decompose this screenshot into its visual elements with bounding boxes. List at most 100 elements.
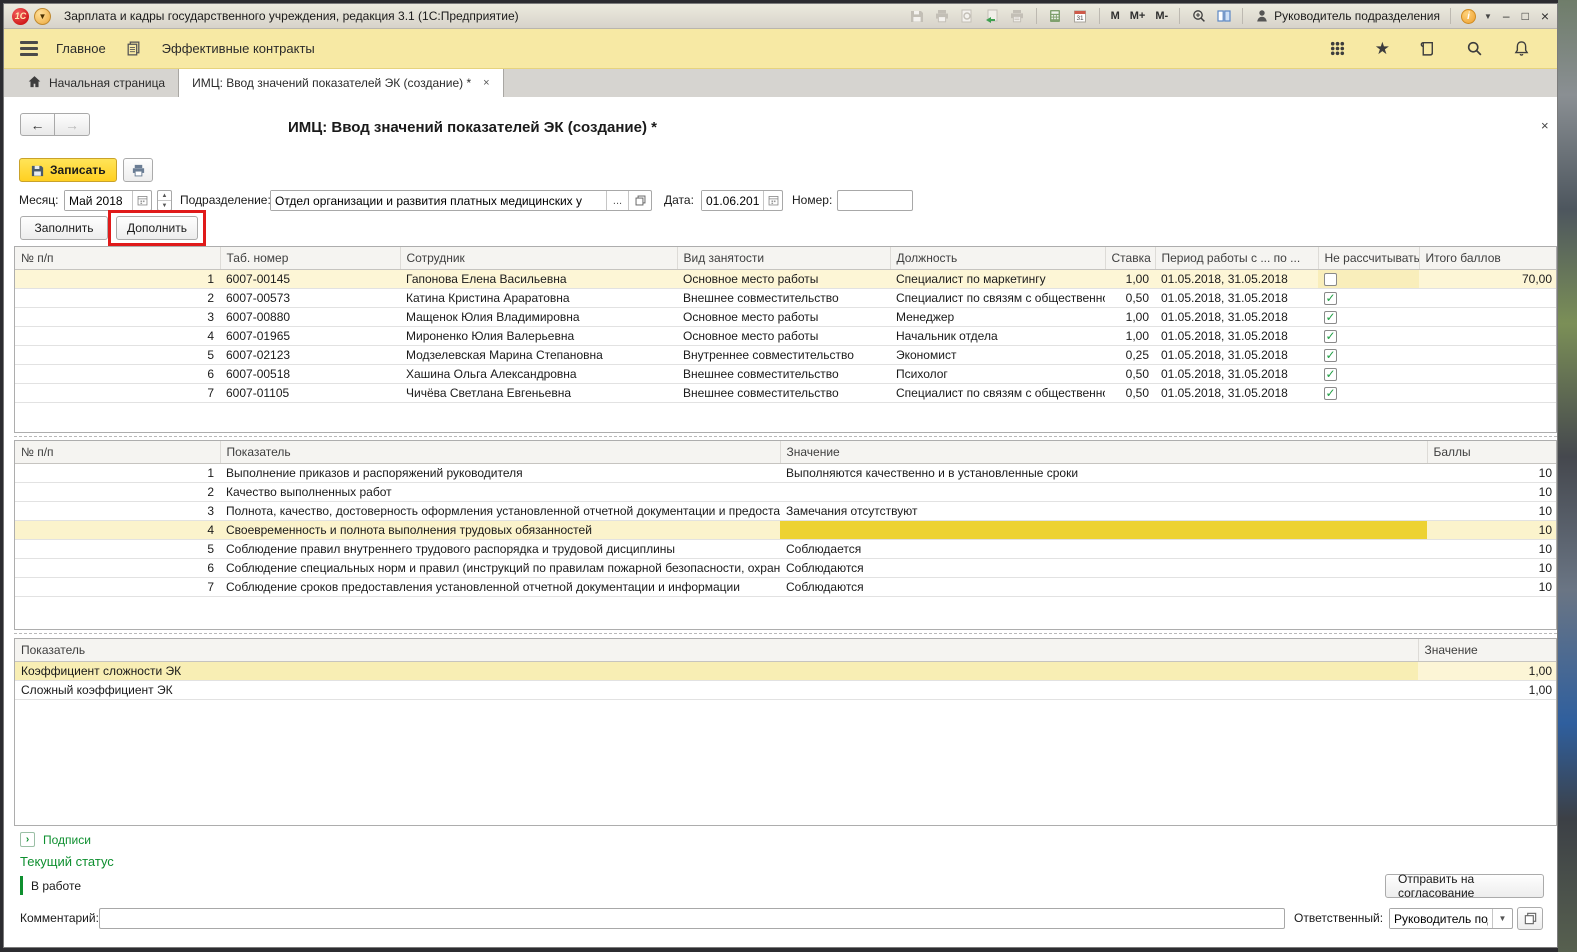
split-view-icon[interactable] (1215, 8, 1232, 25)
cell-work-period[interactable]: 01.05.2018, 31.05.2018 (1155, 383, 1318, 403)
cell-row-number[interactable]: 6 (15, 558, 220, 578)
close-icon[interactable]: × (1541, 8, 1549, 24)
indicator-row[interactable]: 4 Своевременность и полнота выполнения тр… (15, 520, 1556, 540)
info-icon[interactable]: i (1460, 8, 1476, 24)
cell-indicator-name[interactable]: Соблюдение сроков предоставления установ… (220, 577, 780, 597)
cell-position[interactable]: Психолог (890, 364, 1105, 384)
cell-do-not-calculate[interactable] (1318, 383, 1419, 403)
cell-indicator-name[interactable]: Своевременность и полнота выполнения тру… (220, 520, 780, 540)
department-open-icon[interactable] (628, 191, 651, 210)
cell-row-number[interactable]: 5 (15, 345, 220, 365)
cell-row-number[interactable]: 2 (15, 482, 220, 502)
skip-checkbox[interactable] (1324, 272, 1337, 286)
cell-total-points[interactable] (1419, 307, 1556, 327)
employee-row[interactable]: 2 6007-00573 Катина Кристина Араратовна Вне… (15, 288, 1556, 308)
cell-indicator-name[interactable]: Качество выполненных работ (220, 482, 780, 502)
cell-employee-name[interactable]: Катина Кристина Араратовна (400, 288, 677, 308)
employee-row[interactable]: 5 6007-02123 Модзелевская Марина Степановн… (15, 345, 1556, 365)
cell-points[interactable]: 10 (1427, 577, 1556, 597)
cell-indicator-name[interactable]: Соблюдение правил внутреннего трудового … (220, 539, 780, 559)
date-calendar-icon[interactable] (763, 191, 782, 210)
cell-indicator-name[interactable]: Полнота, качество, достоверность оформле… (220, 501, 780, 521)
history-icon[interactable] (1417, 39, 1437, 59)
indicator-row[interactable]: 5 Соблюдение правил внутреннего трудового… (15, 539, 1556, 559)
skip-checkbox[interactable] (1324, 367, 1337, 381)
cell-points[interactable]: 10 (1427, 558, 1556, 578)
form-close-icon[interactable]: × (1541, 118, 1549, 133)
cell-indicator-name[interactable]: Выполнение приказов и распоряжений руков… (220, 463, 780, 483)
cell-position[interactable]: Менеджер (890, 307, 1105, 327)
print-button[interactable] (123, 158, 153, 182)
cell-points[interactable]: 10 (1427, 539, 1556, 559)
cell-employment-type[interactable]: Внешнее совместительство (677, 383, 890, 403)
cell-row-number[interactable]: 2 (15, 288, 220, 308)
send-for-approval-button[interactable]: Отправить на согласование (1385, 872, 1544, 900)
cell-indicator-value[interactable]: Выполняются качественно и в установленны… (780, 463, 1427, 483)
cell-row-number[interactable]: 1 (15, 269, 220, 289)
cell-employee-name[interactable]: Хашина Ольга Александровна (400, 364, 677, 384)
cell-work-period[interactable]: 01.05.2018, 31.05.2018 (1155, 288, 1318, 308)
cell-rate[interactable]: 1,00 (1105, 326, 1155, 346)
tab-close-icon[interactable]: × (483, 77, 489, 89)
cell-row-number[interactable]: 7 (15, 383, 220, 403)
cell-rate[interactable]: 1,00 (1105, 307, 1155, 327)
cell-rate[interactable]: 0,50 (1105, 383, 1155, 403)
cell-rate[interactable]: 0,50 (1105, 364, 1155, 384)
cell-position[interactable]: Начальник отдела (890, 326, 1105, 346)
cell-points[interactable]: 10 (1427, 482, 1556, 502)
employee-row[interactable]: 6 6007-00518 Хашина Ольга Александровна Вне… (15, 364, 1556, 384)
cell-row-number[interactable]: 7 (15, 577, 220, 597)
cell-work-period[interactable]: 01.05.2018, 31.05.2018 (1155, 307, 1318, 327)
signatures-link[interactable]: Подписи (43, 833, 91, 847)
skip-checkbox[interactable] (1324, 329, 1337, 343)
cell-row-number[interactable]: 4 (15, 326, 220, 346)
cell-row-number[interactable]: 1 (15, 463, 220, 483)
info-chevron-icon[interactable]: ▼ (1484, 12, 1492, 21)
cell-rate[interactable]: 0,50 (1105, 288, 1155, 308)
current-user[interactable]: Руководитель подразделения (1253, 8, 1440, 25)
memory-m-plus-button[interactable]: M+ (1129, 10, 1147, 22)
star-icon[interactable]: ★ (1375, 40, 1390, 57)
print-file-icon[interactable] (1009, 8, 1026, 25)
cell-coefficient-value[interactable]: 1,00 (1418, 661, 1556, 681)
minimize-icon[interactable]: – (1503, 9, 1510, 23)
responsible-dropdown-icon[interactable]: ▼ (1492, 909, 1512, 928)
cell-total-points[interactable] (1419, 288, 1556, 308)
search-icon[interactable] (1464, 39, 1484, 59)
cell-employment-type[interactable]: Внешнее совместительство (677, 288, 890, 308)
cell-position[interactable]: Специалист по связям с общественно... (890, 288, 1105, 308)
month-calendar-icon[interactable] (132, 191, 151, 210)
forward-button[interactable]: → (55, 113, 90, 136)
main-menu-dropdown-icon[interactable]: ▼ (34, 7, 51, 25)
cell-total-points[interactable] (1419, 364, 1556, 384)
cell-points[interactable]: 10 (1427, 463, 1556, 483)
cell-row-number[interactable]: 4 (15, 520, 220, 540)
memory-m-minus-button[interactable]: M- (1154, 10, 1169, 22)
cell-total-points[interactable]: 70,00 (1419, 269, 1556, 289)
cell-rate[interactable]: 1,00 (1105, 269, 1155, 289)
cell-do-not-calculate[interactable] (1318, 326, 1419, 346)
tab-document[interactable]: ИМЦ: Ввод значений показателей ЭК (созда… (178, 69, 504, 97)
indicator-row[interactable]: 3 Полнота, качество, достоверность оформл… (15, 501, 1556, 521)
cell-employee-name[interactable]: Мироненко Юлия Валерьевна (400, 326, 677, 346)
employee-row[interactable]: 4 6007-01965 Мироненко Юлия Валерьевна Осно… (15, 326, 1556, 346)
fill-button[interactable]: Заполнить (20, 216, 108, 240)
cell-tab-number[interactable]: 6007-00880 (220, 307, 400, 327)
cell-coefficient-value[interactable]: 1,00 (1418, 680, 1556, 700)
month-spinner[interactable]: ▲ ▼ (157, 190, 172, 211)
cell-total-points[interactable] (1419, 326, 1556, 346)
hamburger-icon[interactable] (20, 41, 38, 56)
cell-employment-type[interactable]: Основное место работы (677, 326, 890, 346)
cell-indicator-name[interactable]: Соблюдение специальных норм и правил (ин… (220, 558, 780, 578)
cell-do-not-calculate[interactable] (1318, 288, 1419, 308)
employee-row[interactable]: 1 6007-00145 Гапонова Елена Васильевна Осно… (15, 269, 1556, 289)
cell-employee-name[interactable]: Модзелевская Марина Степановна (400, 345, 677, 365)
employee-row[interactable]: 3 6007-00880 Мащенок Юлия Владимировна Осно… (15, 307, 1556, 327)
cell-employment-type[interactable]: Внутреннее совместительство (677, 345, 890, 365)
signatures-expander-icon[interactable]: › (20, 832, 35, 847)
cell-do-not-calculate[interactable] (1318, 364, 1419, 384)
responsible-open-button[interactable] (1517, 907, 1543, 930)
cell-work-period[interactable]: 01.05.2018, 31.05.2018 (1155, 364, 1318, 384)
cell-do-not-calculate[interactable] (1318, 269, 1419, 289)
cell-position[interactable]: Экономист (890, 345, 1105, 365)
